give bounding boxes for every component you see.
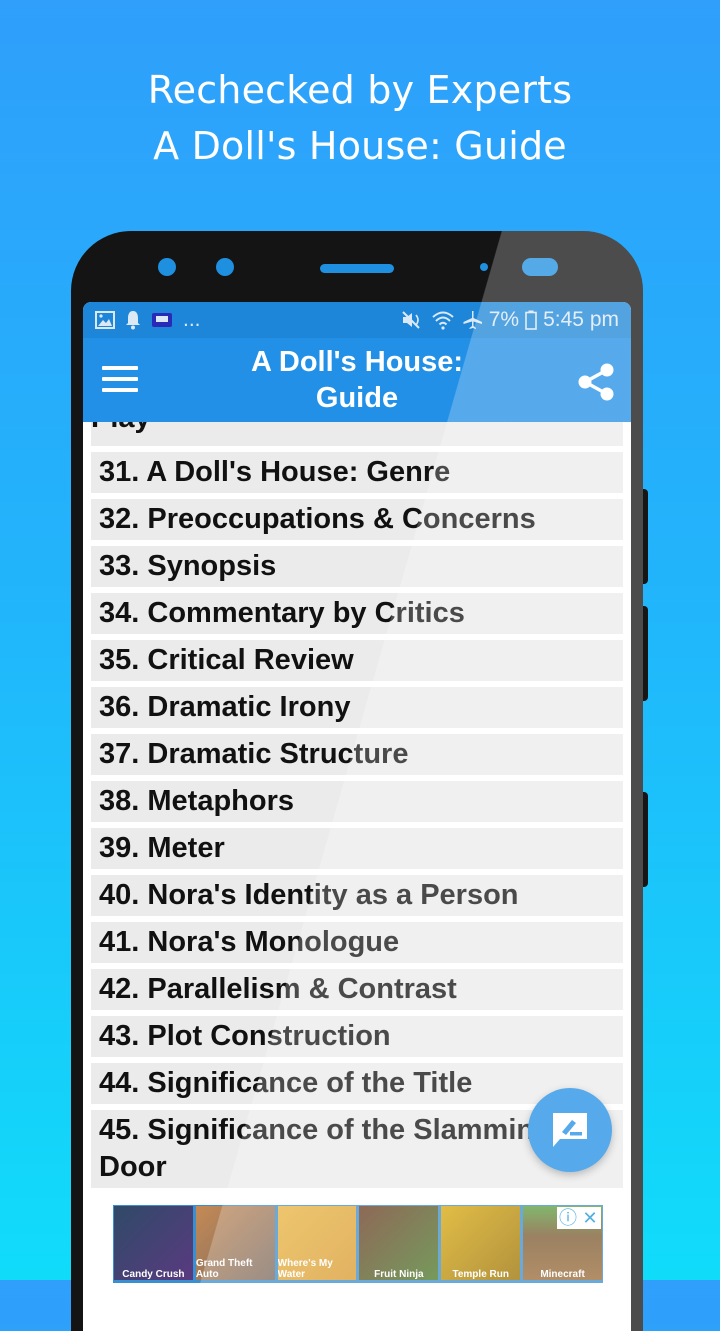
list-item-partial[interactable]: Play xyxy=(91,422,623,446)
share-icon[interactable] xyxy=(577,362,615,402)
clock: 5:45 pm xyxy=(543,308,619,331)
image-icon xyxy=(95,311,115,329)
title-line-2: Guide xyxy=(315,382,399,414)
ad-banner[interactable]: Candy Crush Grand Theft Auto Where's My … xyxy=(113,1205,603,1283)
ad-tile[interactable]: Where's My Water xyxy=(277,1206,357,1280)
app-screen: ... 7% 5:45 pm A Doll's House: Guide 31.… xyxy=(83,302,631,1331)
status-bar: ... 7% 5:45 pm xyxy=(83,302,631,338)
list-item[interactable]: 38. Metaphors xyxy=(91,781,623,822)
list-item[interactable]: 36. Dramatic Irony xyxy=(91,687,623,728)
chapter-list: Play 31. A Doll's House: Genre 32. Preoc… xyxy=(83,422,631,1188)
list-item[interactable]: 43. Plot Construction xyxy=(91,1016,623,1057)
list-item[interactable]: 32. Preoccupations & Concerns xyxy=(91,499,623,540)
wifi-icon xyxy=(432,311,454,330)
airplane-icon xyxy=(463,311,482,329)
phone-frame: ... 7% 5:45 pm A Doll's House: Guide 31.… xyxy=(71,231,643,1331)
page-title: A Doll's House: Guide xyxy=(83,344,631,416)
list-item[interactable]: 35. Critical Review xyxy=(91,640,623,681)
ad-close-icon[interactable]: ✕ xyxy=(579,1207,601,1229)
list-item[interactable]: 33. Synopsis xyxy=(91,546,623,587)
title-line-1: A Doll's House: xyxy=(250,346,464,378)
battery-percent: 7% xyxy=(488,308,520,331)
battery-icon xyxy=(525,310,537,330)
ad-tile[interactable]: Candy Crush xyxy=(114,1206,193,1280)
status-more: ... xyxy=(183,308,201,331)
feedback-edit-icon xyxy=(553,1113,587,1147)
ad-tile[interactable]: Grand Theft Auto xyxy=(195,1206,275,1280)
feedback-fab-button[interactable] xyxy=(528,1088,612,1172)
camera-dot xyxy=(216,258,234,276)
list-item[interactable]: 34. Commentary by Critics xyxy=(91,593,623,634)
promo-headline: Rechecked by Experts A Doll's House: Gui… xyxy=(0,62,720,174)
promo-line-1: Rechecked by Experts xyxy=(147,68,573,112)
promo-line-2: A Doll's House: Guide xyxy=(153,124,567,168)
list-item[interactable]: 31. A Doll's House: Genre xyxy=(91,452,623,493)
list-item[interactable]: 39. Meter xyxy=(91,828,623,869)
mute-icon xyxy=(402,311,420,329)
list-item[interactable]: 40. Nora's Identity as a Person xyxy=(91,875,623,916)
list-item[interactable]: 37. Dramatic Structure xyxy=(91,734,623,775)
app-bar: A Doll's House: Guide xyxy=(83,338,631,422)
bell-icon xyxy=(126,311,140,330)
ad-choices: ⓘ ✕ xyxy=(557,1207,601,1229)
app-icon xyxy=(152,313,172,327)
list-item[interactable]: 41. Nora's Monologue xyxy=(91,922,623,963)
ad-info-icon[interactable]: ⓘ xyxy=(557,1207,579,1229)
list-item[interactable]: 42. Parallelism & Contrast xyxy=(91,969,623,1010)
ad-tile[interactable]: Fruit Ninja xyxy=(359,1206,439,1280)
sensor-pill xyxy=(522,258,558,276)
camera-dot xyxy=(158,258,176,276)
sensor-dot xyxy=(480,263,488,271)
ad-tile[interactable]: Temple Run xyxy=(441,1206,521,1280)
speaker-grille xyxy=(320,264,394,273)
